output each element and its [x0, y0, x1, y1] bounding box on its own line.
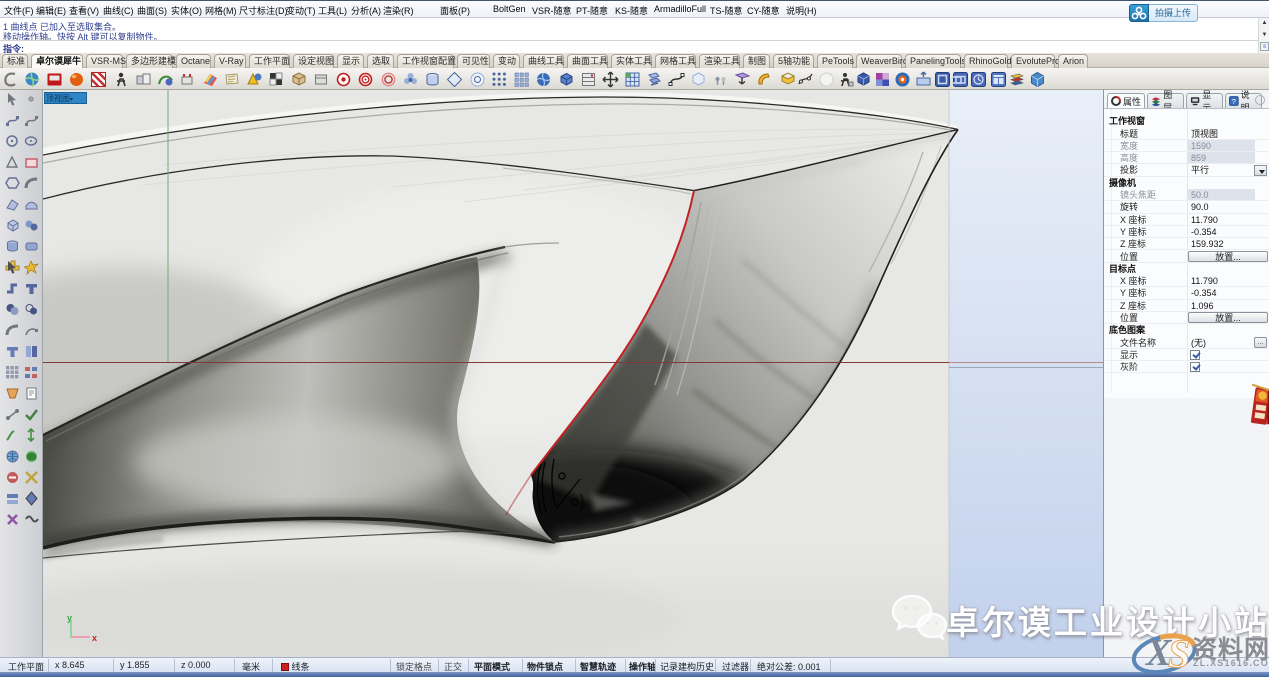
- svg-text:?: ?: [1232, 97, 1236, 106]
- svg-text:S: S: [1168, 631, 1190, 676]
- svg-text:y: y: [67, 613, 72, 623]
- svg-text:x: x: [92, 633, 97, 643]
